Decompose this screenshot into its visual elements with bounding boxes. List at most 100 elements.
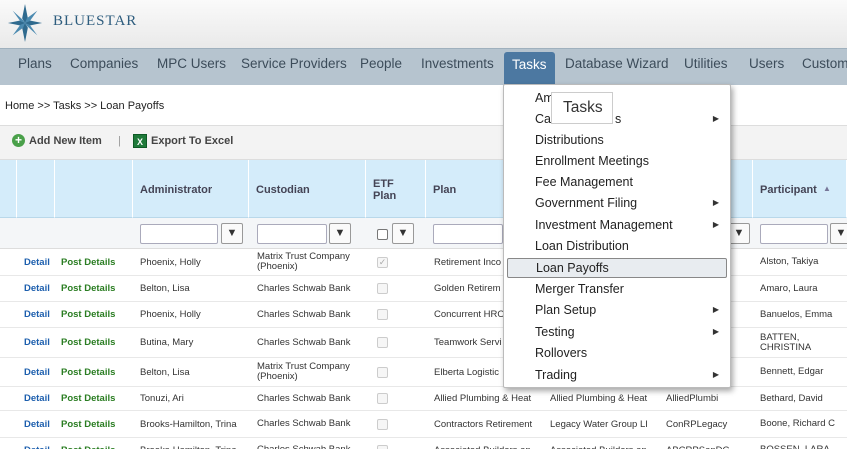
filter-custodian-icon[interactable]: ▼ (329, 223, 351, 244)
filter-plan-input[interactable] (433, 224, 503, 244)
header-etf-plan[interactable]: ETF Plan (366, 160, 426, 218)
main-navbar: Plans Companies MPC Users Service Provid… (0, 48, 847, 85)
filter-etf-checkbox[interactable] (377, 229, 388, 240)
etf-checkbox (377, 366, 388, 378)
etf-checkbox (377, 393, 388, 404)
nav-people[interactable]: People (360, 49, 402, 85)
menu-item-distributions[interactable]: Distributions (507, 130, 727, 150)
menu-item-loan-payoffs[interactable]: Loan Payoffs (507, 258, 727, 278)
detail-link[interactable]: Detail (24, 438, 54, 449)
cell-etf-checkbox (377, 276, 397, 301)
detail-link[interactable]: Detail (24, 276, 54, 301)
header-post-col (55, 160, 133, 218)
menu-item-enrollment-meetings[interactable]: Enrollment Meetings (507, 151, 727, 171)
etf-checkbox (377, 337, 388, 348)
nav-utilities[interactable]: Utilities (684, 49, 728, 85)
menu-item-trading[interactable]: Trading ▶ (507, 365, 727, 385)
post-details-link[interactable]: Post Details (61, 438, 131, 449)
etf-checkbox (377, 283, 388, 294)
nav-database-wizard[interactable]: Database Wizard (565, 49, 669, 85)
nav-users[interactable]: Users (749, 49, 784, 85)
excel-icon: X (133, 134, 147, 148)
post-details-link[interactable]: Post Details (61, 411, 131, 437)
cell-participant: Bethard, David (760, 392, 823, 404)
submenu-arrow-icon: ▶ (712, 114, 719, 123)
post-details-link[interactable]: Post Details (61, 302, 131, 327)
filter-custodian-input[interactable] (257, 224, 327, 244)
filter-etf-icon[interactable]: ▼ (392, 223, 414, 244)
header-participant[interactable]: Participant ▲ (753, 160, 847, 218)
cell-participant: BOSSEN, LARA (760, 438, 845, 449)
nav-companies[interactable]: Companies (70, 49, 138, 85)
detail-link[interactable]: Detail (24, 411, 54, 437)
app-header: BlueStar (0, 0, 847, 48)
cell-custodian: Matrix Trust Company (Phoenix) (257, 361, 350, 382)
header-detail-col (17, 160, 55, 218)
menu-item-rollovers[interactable]: Rollovers (507, 343, 727, 363)
cell-participant: Alston, Takiya (760, 256, 819, 267)
cell-etf-checkbox (377, 387, 397, 410)
menu-item-loan-distribution[interactable]: Loan Distribution (507, 236, 727, 256)
filter-col8-icon[interactable]: ▼ (728, 223, 750, 244)
post-details-link[interactable]: Post Details (61, 249, 131, 275)
nav-service-providers[interactable]: Service Providers (241, 49, 347, 85)
detail-link[interactable]: Detail (24, 328, 54, 357)
menu-item-label: Distributions (535, 133, 604, 147)
filter-administrator-input[interactable] (140, 224, 218, 244)
header-administrator[interactable]: Administrator (133, 160, 249, 218)
cell-etf-checkbox: ✓ (377, 249, 397, 275)
detail-link[interactable]: Detail (24, 302, 54, 327)
post-details-link[interactable]: Post Details (61, 358, 131, 386)
cell-custodian: Matrix Trust Company (Phoenix) (257, 251, 350, 272)
menu-item-label: Plan Setup (535, 303, 597, 317)
toolbar-separator: | (118, 135, 121, 147)
menu-item-investment-management[interactable]: Investment Management ▶ (507, 215, 727, 235)
menu-item-am[interactable]: Am (507, 88, 727, 108)
detail-link[interactable]: Detail (24, 358, 54, 386)
post-details-link[interactable]: Post Details (61, 328, 131, 357)
menu-item-label: Trading (535, 368, 577, 382)
export-to-excel-button[interactable]: X Export To Excel (133, 134, 233, 148)
cell-administrator: Tonuzi, Ari (140, 393, 184, 404)
nav-plans[interactable]: Plans (18, 49, 52, 85)
menu-item-cas[interactable]: Cas s ▶ (507, 109, 727, 129)
post-details-link[interactable]: Post Details (61, 387, 131, 410)
menu-item-plan-setup[interactable]: Plan Setup ▶ (507, 300, 727, 320)
cell-custodian: Charles Schwab Bank (257, 392, 351, 404)
header-custodian[interactable]: Custodian (249, 160, 366, 218)
cell-col7: Legacy Water Group LI (550, 418, 648, 430)
menu-item-label: Rollovers (535, 346, 588, 360)
tasks-dropdown-menu: Am Cas s ▶ Distributions Enrollment Meetings F… (503, 84, 731, 388)
etf-checkbox (377, 444, 388, 449)
cell-col7: Allied Plumbing & Heat (550, 393, 648, 404)
add-new-item-button[interactable]: + Add New Item (12, 134, 102, 147)
menu-item-merger-transfer[interactable]: Merger Transfer (507, 279, 727, 299)
cell-custodian: Charles Schwab Bank (257, 418, 351, 429)
detail-link[interactable]: Detail (24, 387, 54, 410)
post-details-link[interactable]: Post Details (61, 276, 131, 301)
menu-item-fee-management[interactable]: Fee Management (507, 172, 727, 192)
menu-item-label: Investment Management (535, 218, 673, 232)
etf-checkbox (377, 309, 388, 320)
menu-item-testing[interactable]: Testing ▶ (507, 322, 727, 342)
submenu-arrow-icon: ▶ (712, 220, 719, 229)
export-to-excel-label: Export To Excel (151, 135, 234, 147)
bluestar-logo-icon[interactable] (6, 2, 44, 44)
cell-administrator: Brooks-Hamilton, Trina (140, 418, 237, 430)
filter-participant-input[interactable] (760, 224, 828, 244)
cell-participant: BATTEN, CHRISTINA (760, 331, 812, 353)
nav-mpc-users[interactable]: MPC Users (157, 49, 226, 85)
submenu-arrow-icon: ▶ (712, 370, 719, 379)
cell-etf-checkbox (377, 302, 397, 327)
cell-custodian: Charles Schwab Bank (257, 438, 361, 449)
cell-col8: ConRPLegacy (666, 418, 728, 430)
filter-administrator-icon[interactable]: ▼ (221, 223, 243, 244)
nav-tasks[interactable]: Tasks (504, 52, 555, 85)
nav-custom[interactable]: Custom (802, 49, 847, 85)
cell-administrator: Brooks-Hamilton, Trina (140, 438, 247, 449)
menu-item-government-filing[interactable]: Government Filing ▶ (507, 193, 727, 213)
detail-link[interactable]: Detail (24, 249, 54, 275)
filter-participant-icon[interactable]: ▼ (830, 223, 847, 244)
nav-investments[interactable]: Investments (421, 49, 494, 85)
cell-col8: ABCRPSanDC (666, 438, 750, 449)
